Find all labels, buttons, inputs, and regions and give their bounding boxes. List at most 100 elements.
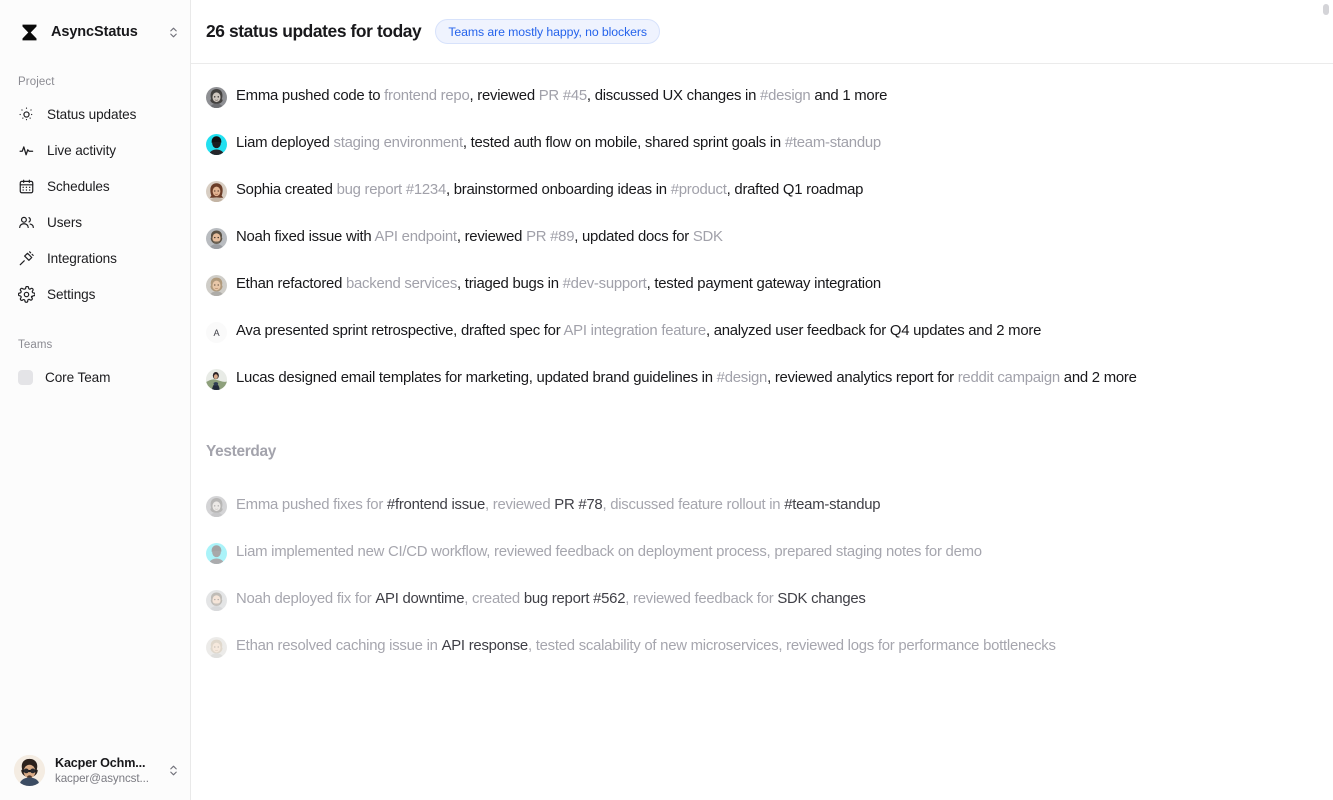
entity-mention[interactable]: #design: [717, 370, 768, 386]
status-update-row[interactable]: Emma pushed fixes for #frontend issue, r…: [206, 495, 1309, 518]
status-update-row[interactable]: Noah fixed issue with API endpoint, revi…: [206, 227, 1309, 250]
update-text-segment: , discussed feature rollout in: [602, 497, 785, 513]
status-update-text: Sophia created bug report #1234, brainst…: [236, 180, 863, 201]
status-update-text: Noah deployed fix for API downtime, crea…: [236, 589, 866, 610]
update-text-segment: , drafted Q1 roadmap: [726, 182, 864, 198]
sidebar-item-label: Users: [47, 214, 82, 230]
sidebar-item-users[interactable]: Users: [0, 204, 190, 240]
chevron-up-down-icon[interactable]: [166, 22, 180, 42]
project-nav: Project Status updates Live activity Sch…: [0, 64, 190, 312]
update-text-segment: , reviewed: [485, 497, 555, 513]
nav-group-label-teams: Teams: [18, 339, 53, 351]
avatar: [206, 87, 227, 108]
status-update-text: Ethan resolved caching issue in API resp…: [236, 636, 1056, 657]
avatar: [206, 543, 227, 564]
users-icon: [18, 214, 35, 231]
nav-group-label-project: Project: [18, 76, 55, 88]
status-update-row[interactable]: Emma pushed code to frontend repo, revie…: [206, 86, 1309, 109]
status-update-text: Liam implemented new CI/CD workflow, rev…: [236, 542, 982, 563]
avatar: [206, 637, 227, 658]
status-update-text: Emma pushed fixes for #frontend issue, r…: [236, 495, 881, 516]
user-account-switcher[interactable]: Kacper Ochm... kacper@asyncst...: [0, 744, 190, 800]
entity-mention[interactable]: SDK: [693, 229, 723, 245]
page-header: 26 status updates for today Teams are mo…: [191, 0, 1333, 64]
update-text-segment: , triaged bugs in: [457, 276, 563, 292]
status-feed: Emma pushed code to frontend repo , revie…: [191, 64, 1333, 800]
status-update-row[interactable]: Ethan refactored backend services, triag…: [206, 274, 1309, 297]
calendar-icon: [18, 178, 35, 195]
avatar: [206, 275, 227, 296]
entity-mention[interactable]: staging environment: [334, 135, 464, 151]
today-updates-list: Emma pushed code to frontend repo, revie…: [206, 86, 1309, 391]
user-name: Kacper Ochm...: [55, 755, 146, 770]
entity-mention[interactable]: #team-standup: [785, 135, 881, 151]
hourglass-icon: [18, 21, 40, 43]
avatar: [206, 181, 227, 202]
entity-mention[interactable]: backend services: [346, 276, 457, 292]
sidebar-item-label: Settings: [47, 286, 96, 302]
status-update-row[interactable]: Lucas designed email templates for marke…: [206, 368, 1309, 391]
entity-mention[interactable]: #product: [671, 182, 727, 198]
update-text-segment: Liam implemented new CI/CD workflow, rev…: [236, 544, 982, 560]
entity-mention[interactable]: bug report #562: [524, 591, 626, 607]
gear-icon: [18, 285, 35, 303]
sidebar-item-label: Core Team: [45, 369, 111, 385]
sidebar-item-settings[interactable]: Settings: [0, 276, 190, 312]
status-update-row[interactable]: Liam implemented new CI/CD workflow, rev…: [206, 542, 1309, 565]
status-update-row[interactable]: Sophia created bug report #1234, brainst…: [206, 180, 1309, 203]
entity-mention[interactable]: #dev-support: [563, 276, 647, 292]
entity-mention[interactable]: #design: [760, 88, 811, 104]
update-text-segment: , reviewed feedback for: [625, 591, 778, 607]
update-text-segment: Noah deployed fix for: [236, 591, 376, 607]
status-update-row[interactable]: Ethan resolved caching issue in API resp…: [206, 636, 1309, 659]
user-meta: Kacper Ochm... kacper@asyncst...: [55, 755, 156, 786]
sidebar-item-label: Live activity: [47, 142, 116, 158]
update-text-segment: Liam deployed: [236, 135, 334, 151]
avatar: [206, 134, 227, 155]
avatar: [206, 590, 227, 611]
sidebar-item-live-activity[interactable]: Live activity: [0, 132, 190, 168]
sidebar-item-integrations[interactable]: Integrations: [0, 240, 190, 276]
sidebar: AsyncStatus Project Status updates Live …: [0, 0, 191, 800]
sidebar-item-label: Status updates: [47, 106, 137, 122]
sidebar-item-schedules[interactable]: Schedules: [0, 168, 190, 204]
scrollbar-thumb[interactable]: [1323, 4, 1329, 15]
entity-mention[interactable]: #frontend issue: [387, 497, 485, 513]
entity-mention[interactable]: SDK changes: [777, 591, 866, 607]
update-text-segment: , tested auth flow on mobile, shared spr…: [462, 135, 785, 151]
status-update-text: Lucas designed email templates for marke…: [236, 368, 1137, 389]
chevron-up-down-icon[interactable]: [166, 760, 180, 780]
status-badge[interactable]: Teams are mostly happy, no blockers: [435, 19, 660, 44]
status-update-row[interactable]: Ava presented sprint retrospective, draf…: [206, 321, 1309, 344]
update-text-segment: Sophia created: [236, 182, 337, 198]
status-update-text: Ethan refactored backend services, triag…: [236, 274, 881, 295]
entity-mention[interactable]: frontend repo: [384, 88, 470, 104]
update-text-segment: Emma pushed code to: [236, 88, 385, 104]
entity-mention[interactable]: API integration feature: [564, 323, 707, 339]
activity-pulse-icon: [18, 142, 35, 159]
update-text-segment: Ethan resolved caching issue in: [236, 638, 442, 654]
update-text-segment: Ethan refactored: [236, 276, 346, 292]
avatar: [206, 228, 227, 249]
entity-mention[interactable]: PR #45: [539, 88, 587, 104]
avatar: [14, 754, 45, 786]
entity-mention[interactable]: #team-standup: [784, 497, 880, 513]
entity-mention[interactable]: API downtime: [375, 591, 464, 607]
entity-mention[interactable]: bug report #1234: [337, 182, 447, 198]
status-update-text: Liam deployed staging environment, teste…: [236, 133, 881, 154]
update-text-segment: , tested scalability of new microservice…: [527, 638, 1056, 654]
entity-mention[interactable]: API response: [442, 638, 529, 654]
status-update-row[interactable]: Liam deployed staging environment, teste…: [206, 133, 1309, 156]
status-update-text: Ava presented sprint retrospective, draf…: [236, 321, 1041, 342]
sidebar-item-core-team[interactable]: Core Team: [0, 359, 190, 395]
update-text-segment: and 1 more: [810, 88, 888, 104]
update-text-segment: , tested payment gateway integration: [646, 276, 882, 292]
entity-mention[interactable]: PR #78: [554, 497, 602, 513]
entity-mention[interactable]: PR #89: [526, 229, 574, 245]
entity-mention[interactable]: reddit campaign: [958, 370, 1060, 386]
status-update-row[interactable]: Noah deployed fix for API downtime, crea…: [206, 589, 1309, 612]
sidebar-item-status-updates[interactable]: Status updates: [0, 96, 190, 132]
update-text-segment: Emma pushed fixes for: [236, 497, 387, 513]
entity-mention[interactable]: API endpoint: [375, 229, 458, 245]
workspace-switcher[interactable]: AsyncStatus: [0, 0, 190, 64]
